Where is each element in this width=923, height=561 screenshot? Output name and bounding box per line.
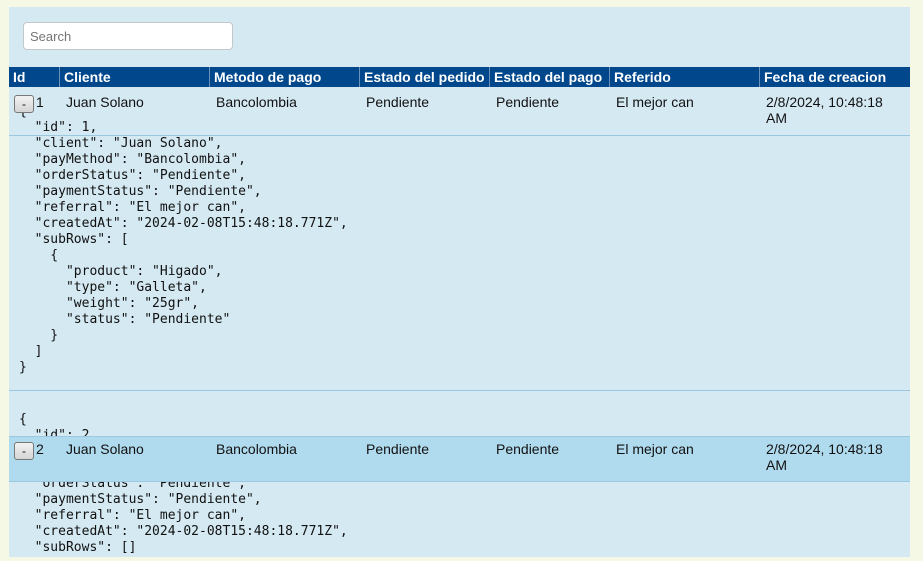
cell-estado-del-pedido: Pendiente bbox=[366, 441, 430, 457]
column-header-estado-del-pago[interactable]: Estado del pago bbox=[489, 67, 609, 87]
cell-estado-del-pago: Pendiente bbox=[496, 94, 560, 110]
cell-cliente: Juan Solano bbox=[66, 94, 144, 110]
collapse-row-button[interactable]: - bbox=[14, 442, 34, 460]
collapse-row-button[interactable]: - bbox=[14, 95, 34, 113]
cell-id: 2 bbox=[36, 441, 44, 457]
row-1-json-detail: { "id": 1, "client": "Juan Solano", "pay… bbox=[19, 104, 348, 375]
cell-metodo-de-pago: Bancolombia bbox=[216, 94, 297, 110]
column-header-referido[interactable]: Referido bbox=[609, 67, 759, 87]
table-row[interactable]: - 2 Juan Solano Bancolombia Pendiente Pe… bbox=[9, 436, 910, 482]
cell-estado-del-pago: Pendiente bbox=[496, 441, 560, 457]
cell-cliente: Juan Solano bbox=[66, 441, 144, 457]
cell-fecha-de-creacion: 2/8/2024, 10:48:18 AM bbox=[766, 441, 883, 473]
cell-fecha-de-creacion: 2/8/2024, 10:48:18 AM bbox=[766, 94, 883, 126]
cell-referido: El mejor can bbox=[616, 441, 694, 457]
column-header-metodo-de-pago[interactable]: Metodo de pago bbox=[209, 67, 359, 87]
cell-metodo-de-pago: Bancolombia bbox=[216, 441, 297, 457]
table-header: Id Cliente Metodo de pago Estado del ped… bbox=[9, 67, 910, 87]
column-header-id[interactable]: Id bbox=[9, 67, 59, 87]
orders-panel: { "id": 1, "client": "Juan Solano", "pay… bbox=[9, 7, 910, 557]
column-header-estado-del-pedido[interactable]: Estado del pedido bbox=[359, 67, 489, 87]
table-row[interactable]: - 1 Juan Solano Bancolombia Pendiente Pe… bbox=[9, 90, 910, 135]
search-input[interactable] bbox=[23, 22, 233, 50]
cell-estado-del-pedido: Pendiente bbox=[366, 94, 430, 110]
cell-referido: El mejor can bbox=[616, 94, 694, 110]
column-header-cliente[interactable]: Cliente bbox=[59, 67, 209, 87]
row-divider bbox=[9, 135, 910, 136]
row-divider bbox=[9, 390, 910, 391]
cell-id: 1 bbox=[36, 94, 44, 110]
row-2-json-detail: { "id": 2, "client": "Juan Solano", "pay… bbox=[19, 412, 348, 557]
column-header-fecha-de-creacion[interactable]: Fecha de creacion bbox=[759, 67, 910, 87]
